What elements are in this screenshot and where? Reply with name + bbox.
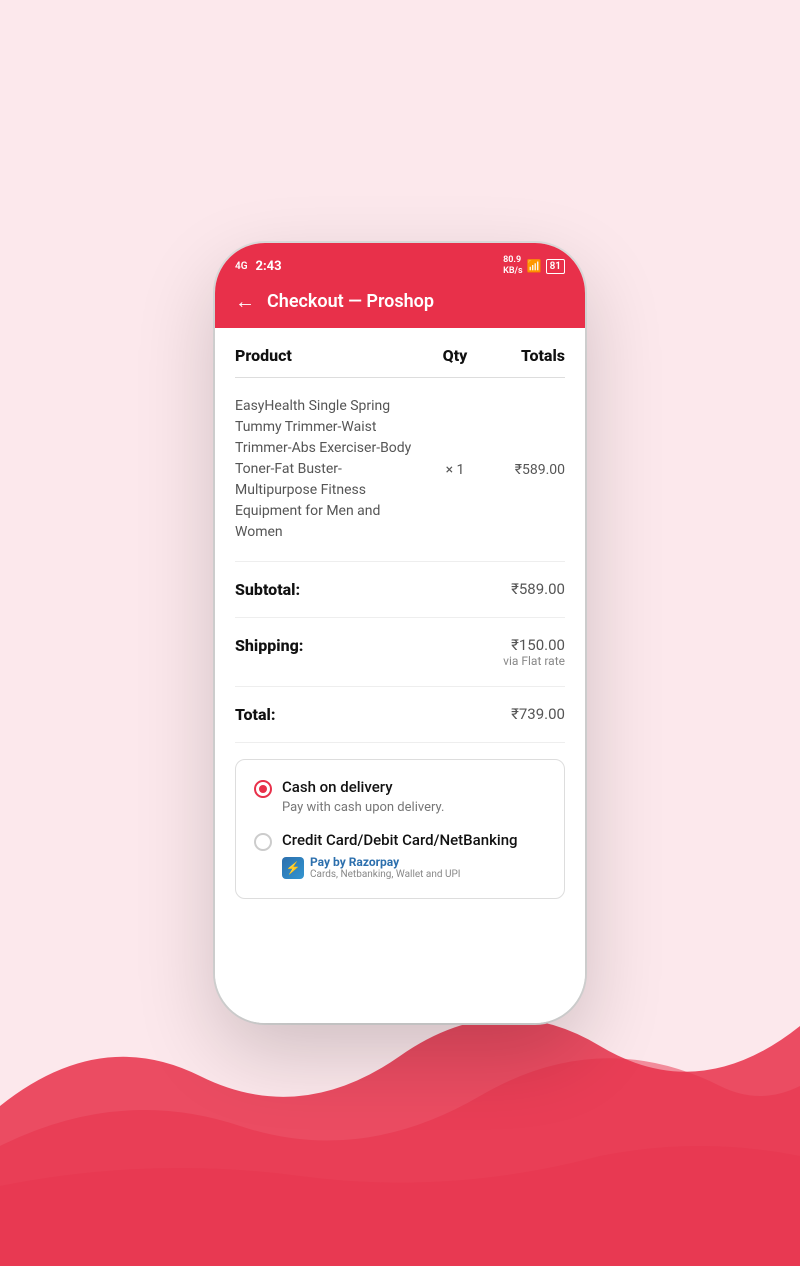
shipping-value: ₹150.00 via Flat rate <box>503 636 565 668</box>
shipping-label: Shipping: <box>235 636 303 655</box>
status-left: 4G 2:43 <box>235 259 282 274</box>
payment-name-card: Credit Card/Debit Card/NetBanking <box>282 831 546 849</box>
payment-name-cod: Cash on delivery <box>282 778 546 796</box>
razorpay-name: Pay by Razorpay <box>310 855 461 869</box>
shipping-via: via Flat rate <box>503 654 565 668</box>
status-right: 80.9KB/s 📶 81 <box>503 255 565 277</box>
total-value: ₹739.00 <box>511 705 565 723</box>
total-row: Total: ₹739.00 <box>235 687 565 743</box>
razorpay-logo <box>282 857 304 879</box>
data-speed: 80.9KB/s <box>503 255 522 277</box>
back-button[interactable]: ← <box>235 289 255 314</box>
total-label: Total: <box>235 705 276 724</box>
razorpay-sub: Cards, Netbanking, Wallet and UPI <box>310 869 461 880</box>
product-name: EasyHealth Single Spring Tummy Trimmer-W… <box>235 396 425 543</box>
time-display: 2:43 <box>256 259 282 274</box>
payment-option-cod[interactable]: Cash on delivery Pay with cash upon deli… <box>254 778 546 815</box>
subtotal-row: Subtotal: ₹589.00 <box>235 562 565 618</box>
wifi-icon: 📶 <box>527 259 542 273</box>
col-header-product: Product <box>235 346 425 365</box>
razorpay-text: Pay by Razorpay Cards, Netbanking, Walle… <box>310 855 461 880</box>
razorpay-badge: Pay by Razorpay Cards, Netbanking, Walle… <box>282 855 546 880</box>
table-header: Product Qty Totals <box>235 328 565 378</box>
payment-info-card: Credit Card/Debit Card/NetBanking Pay by… <box>282 831 546 880</box>
radio-cod[interactable] <box>254 780 272 798</box>
product-price: ₹589.00 <box>485 462 565 478</box>
signal-indicator: 4G <box>235 261 248 272</box>
product-row: EasyHealth Single Spring Tummy Trimmer-W… <box>235 378 565 562</box>
content-area: Product Qty Totals EasyHealth Single Spr… <box>215 328 585 1023</box>
shipping-amount: ₹150.00 <box>503 636 565 654</box>
product-qty: × 1 <box>425 462 485 478</box>
payment-option-card[interactable]: Credit Card/Debit Card/NetBanking Pay by… <box>254 831 546 880</box>
payment-desc-cod: Pay with cash upon delivery. <box>282 800 546 815</box>
payment-info-cod: Cash on delivery Pay with cash upon deli… <box>282 778 546 815</box>
col-header-qty: Qty <box>425 346 485 365</box>
col-header-totals: Totals <box>485 346 565 365</box>
subtotal-label: Subtotal: <box>235 580 300 599</box>
top-bar: ← Checkout — Proshop <box>215 279 585 328</box>
phone-frame: 4G 2:43 80.9KB/s 📶 81 ← Checkout — Prosh… <box>215 243 585 1023</box>
radio-card[interactable] <box>254 833 272 851</box>
page-title: Checkout — Proshop <box>267 291 434 312</box>
shipping-row: Shipping: ₹150.00 via Flat rate <box>235 618 565 687</box>
battery-indicator: 81 <box>546 259 565 274</box>
payment-section: Cash on delivery Pay with cash upon deli… <box>235 759 565 899</box>
status-bar: 4G 2:43 80.9KB/s 📶 81 <box>215 243 585 279</box>
subtotal-value: ₹589.00 <box>511 580 565 598</box>
